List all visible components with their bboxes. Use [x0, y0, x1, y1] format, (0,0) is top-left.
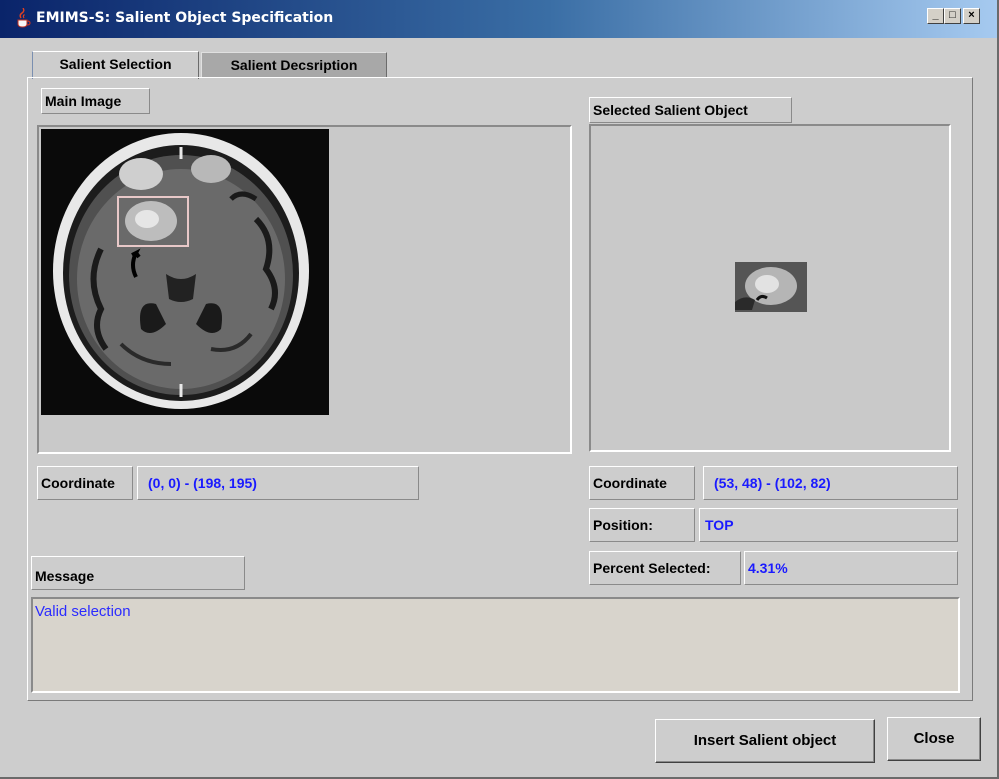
app-window: EMIMS-S: Salient Object Specification _ …: [0, 0, 999, 779]
minimize-button[interactable]: _: [927, 8, 944, 24]
selected-object-label: Selected Salient Object: [589, 97, 792, 123]
position-label: Position:: [589, 508, 695, 542]
salient-object-thumbnail: [735, 262, 807, 312]
minimize-icon: _: [932, 9, 939, 21]
title-bar[interactable]: EMIMS-S: Salient Object Specification _ …: [0, 0, 997, 38]
percent-selected-label: Percent Selected:: [589, 551, 741, 585]
main-coordinate-value: (0, 0) - (198, 195): [137, 466, 419, 500]
tab-label: Salient Selection: [59, 56, 172, 72]
selected-object-frame: [589, 124, 951, 452]
java-cup-icon: [17, 8, 31, 28]
maximize-icon: □: [949, 9, 956, 21]
position-value: TOP: [699, 508, 958, 542]
main-coordinate-label: Coordinate: [37, 466, 133, 500]
maximize-button[interactable]: □: [944, 8, 961, 24]
main-image-label: Main Image: [41, 88, 150, 114]
close-window-button[interactable]: ×: [963, 8, 980, 24]
message-text: Valid selection: [35, 603, 131, 620]
tab-salient-selection[interactable]: Salient Selection: [32, 51, 199, 79]
tab-salient-description[interactable]: Salient Decsription: [201, 52, 387, 78]
message-label: Message: [31, 556, 245, 590]
close-icon: ×: [968, 9, 975, 21]
insert-salient-object-button[interactable]: Insert Salient object: [655, 719, 875, 763]
brain-mri-image[interactable]: [41, 129, 329, 415]
main-image-frame: [37, 125, 572, 454]
message-textarea[interactable]: Valid selection: [31, 597, 960, 693]
object-coordinate-value: (53, 48) - (102, 82): [703, 466, 958, 500]
tab-label: Salient Decsription: [230, 57, 358, 73]
percent-selected-value: 4.31%: [744, 551, 958, 585]
object-coordinate-label: Coordinate: [589, 466, 695, 500]
window-title: EMIMS-S: Salient Object Specification: [36, 10, 334, 26]
close-button[interactable]: Close: [887, 717, 981, 761]
